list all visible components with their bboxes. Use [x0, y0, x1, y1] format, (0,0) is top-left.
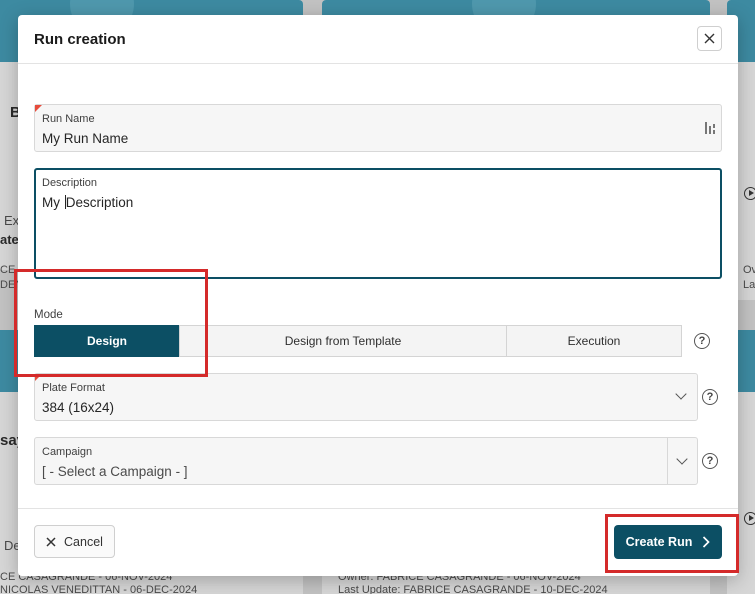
required-indicator — [35, 105, 42, 112]
bg-snippet: Ex — [4, 213, 20, 228]
campaign-placeholder: [ - Select a Campaign - ] — [42, 464, 188, 479]
highlight-create-run — [605, 514, 739, 573]
dialog-header: Run creation — [18, 15, 738, 64]
run-name-label: Run Name — [42, 113, 95, 125]
bg-snippet: NICOLAS VENEDITTAN - 06-DEC-2024 — [0, 584, 198, 594]
bg-snippet: Ov — [743, 264, 755, 276]
description-input[interactable]: My Description — [42, 195, 133, 210]
close-icon — [704, 33, 715, 44]
campaign-label: Campaign — [42, 446, 93, 458]
campaign-help-icon[interactable]: ? — [702, 453, 718, 469]
cancel-label: Cancel — [64, 534, 103, 549]
bg-snippet: Last Update: FABRICE CASAGRANDE - 10-DEC… — [338, 584, 608, 594]
plate-format-help-icon[interactable]: ? — [702, 389, 718, 405]
select-divider — [667, 438, 668, 484]
mode-help-icon[interactable]: ? — [694, 333, 710, 349]
play-icon — [744, 512, 755, 525]
plate-format-value: 384 (16x24) — [42, 400, 115, 415]
bg-snippet: La — [743, 279, 755, 291]
close-icon — [46, 536, 56, 547]
campaign-select[interactable]: Campaign [ - Select a Campaign - ] — [34, 437, 698, 485]
field-options-icon[interactable] — [704, 121, 717, 135]
run-name-field[interactable]: Run Name My Run Name — [34, 104, 722, 152]
description-text: My — [42, 195, 64, 210]
description-label: Description — [42, 177, 98, 189]
play-icon — [744, 187, 755, 200]
plate-format-select[interactable]: Plate Format 384 (16x24) — [34, 373, 698, 421]
description-text: Description — [65, 195, 134, 210]
chevron-down-icon — [675, 388, 687, 400]
cancel-button[interactable]: Cancel — [34, 525, 115, 558]
close-button[interactable] — [697, 26, 722, 51]
highlight-mode-design — [14, 269, 208, 377]
bg-snippet: ate — [0, 232, 19, 247]
mode-option-design-from-template[interactable]: Design from Template — [179, 325, 507, 357]
run-name-input[interactable]: My Run Name — [42, 131, 128, 146]
plate-format-label: Plate Format — [42, 382, 105, 394]
mode-option-execution[interactable]: Execution — [506, 325, 682, 357]
chevron-down-icon[interactable] — [676, 453, 688, 465]
dialog-title: Run creation — [34, 31, 126, 48]
description-field[interactable]: Description My Description — [34, 168, 722, 279]
